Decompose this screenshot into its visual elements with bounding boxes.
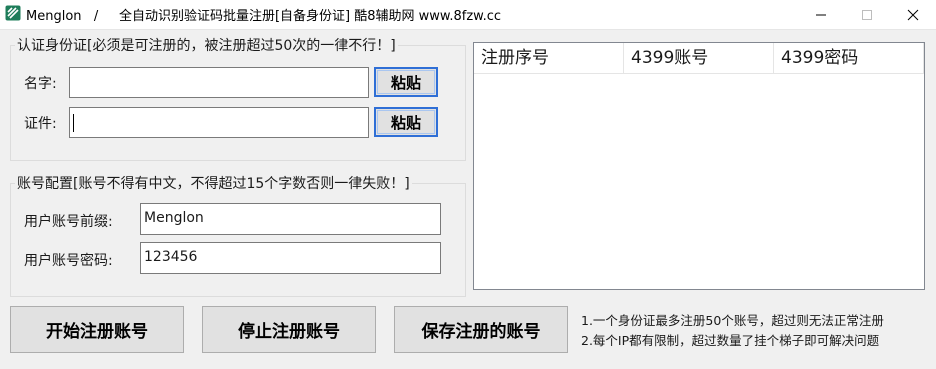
minimize-icon [816, 14, 826, 15]
close-button[interactable] [890, 0, 936, 29]
minimize-button[interactable] [798, 0, 844, 29]
save-accounts-button[interactable]: 保存注册的账号 [394, 306, 568, 353]
note-line-1: 1.一个身份证最多注册50个账号，超过则无法正常注册 [581, 313, 884, 328]
id-label: 证件: [24, 116, 57, 132]
title-separator: / [93, 9, 99, 24]
maximize-button[interactable] [844, 0, 890, 29]
account-password-input[interactable]: 123456 [140, 242, 441, 274]
identity-group: 认证身份证[必须是可注册的，被注册超过50次的一律不行！] [10, 35, 466, 161]
maximize-icon [862, 9, 872, 20]
account-config-group: 账号配置[账号不得有中文，不得超过15个字数否则一律失败！] [10, 173, 466, 297]
paste-id-label: 粘贴 [390, 113, 421, 132]
start-register-button[interactable]: 开始注册账号 [10, 306, 184, 353]
column-header-index[interactable]: 注册序号 [474, 43, 624, 73]
results-list[interactable]: 注册序号 4399账号 4399密码 [473, 42, 925, 290]
results-list-header: 注册序号 4399账号 4399密码 [474, 43, 924, 74]
paste-id-button[interactable]: 粘贴 [374, 107, 438, 137]
paste-name-label: 粘贴 [390, 73, 421, 92]
stop-register-button[interactable]: 停止注册账号 [202, 306, 376, 353]
column-header-account[interactable]: 4399账号 [624, 43, 774, 73]
password-label: 用户账号密码: [24, 253, 113, 269]
prefix-label: 用户账号前缀: [24, 214, 113, 230]
close-icon [907, 9, 919, 20]
note-line-2: 2.每个IP都有限制，超过数量了挂个梯子即可解决问题 [581, 333, 880, 348]
name-label: 名字: [24, 76, 57, 92]
app-name: Menglon [26, 9, 82, 24]
account-group-legend: 账号配置[账号不得有中文，不得超过15个字数否则一律失败！] [17, 176, 410, 192]
column-header-password[interactable]: 4399密码 [774, 43, 924, 73]
name-input[interactable] [69, 67, 369, 98]
id-input[interactable] [69, 107, 369, 138]
title-bar: Menglon / 全自动识别验证码批量注册[自备身份证] 酷8辅助网 www.… [0, 0, 936, 30]
identity-group-legend: 认证身份证[必须是可注册的，被注册超过50次的一律不行！] [17, 38, 396, 54]
window-subtitle: 全自动识别验证码批量注册[自备身份证] 酷8辅助网 www.8fzw.cc [118, 9, 502, 24]
account-prefix-input[interactable]: Menglon [140, 203, 441, 235]
paste-name-button[interactable]: 粘贴 [374, 67, 438, 97]
window-title: Menglon / 全自动识别验证码批量注册[自备身份证] 酷8辅助网 www.… [26, 5, 501, 24]
text-caret [73, 114, 74, 132]
app-logo-icon [5, 5, 21, 21]
